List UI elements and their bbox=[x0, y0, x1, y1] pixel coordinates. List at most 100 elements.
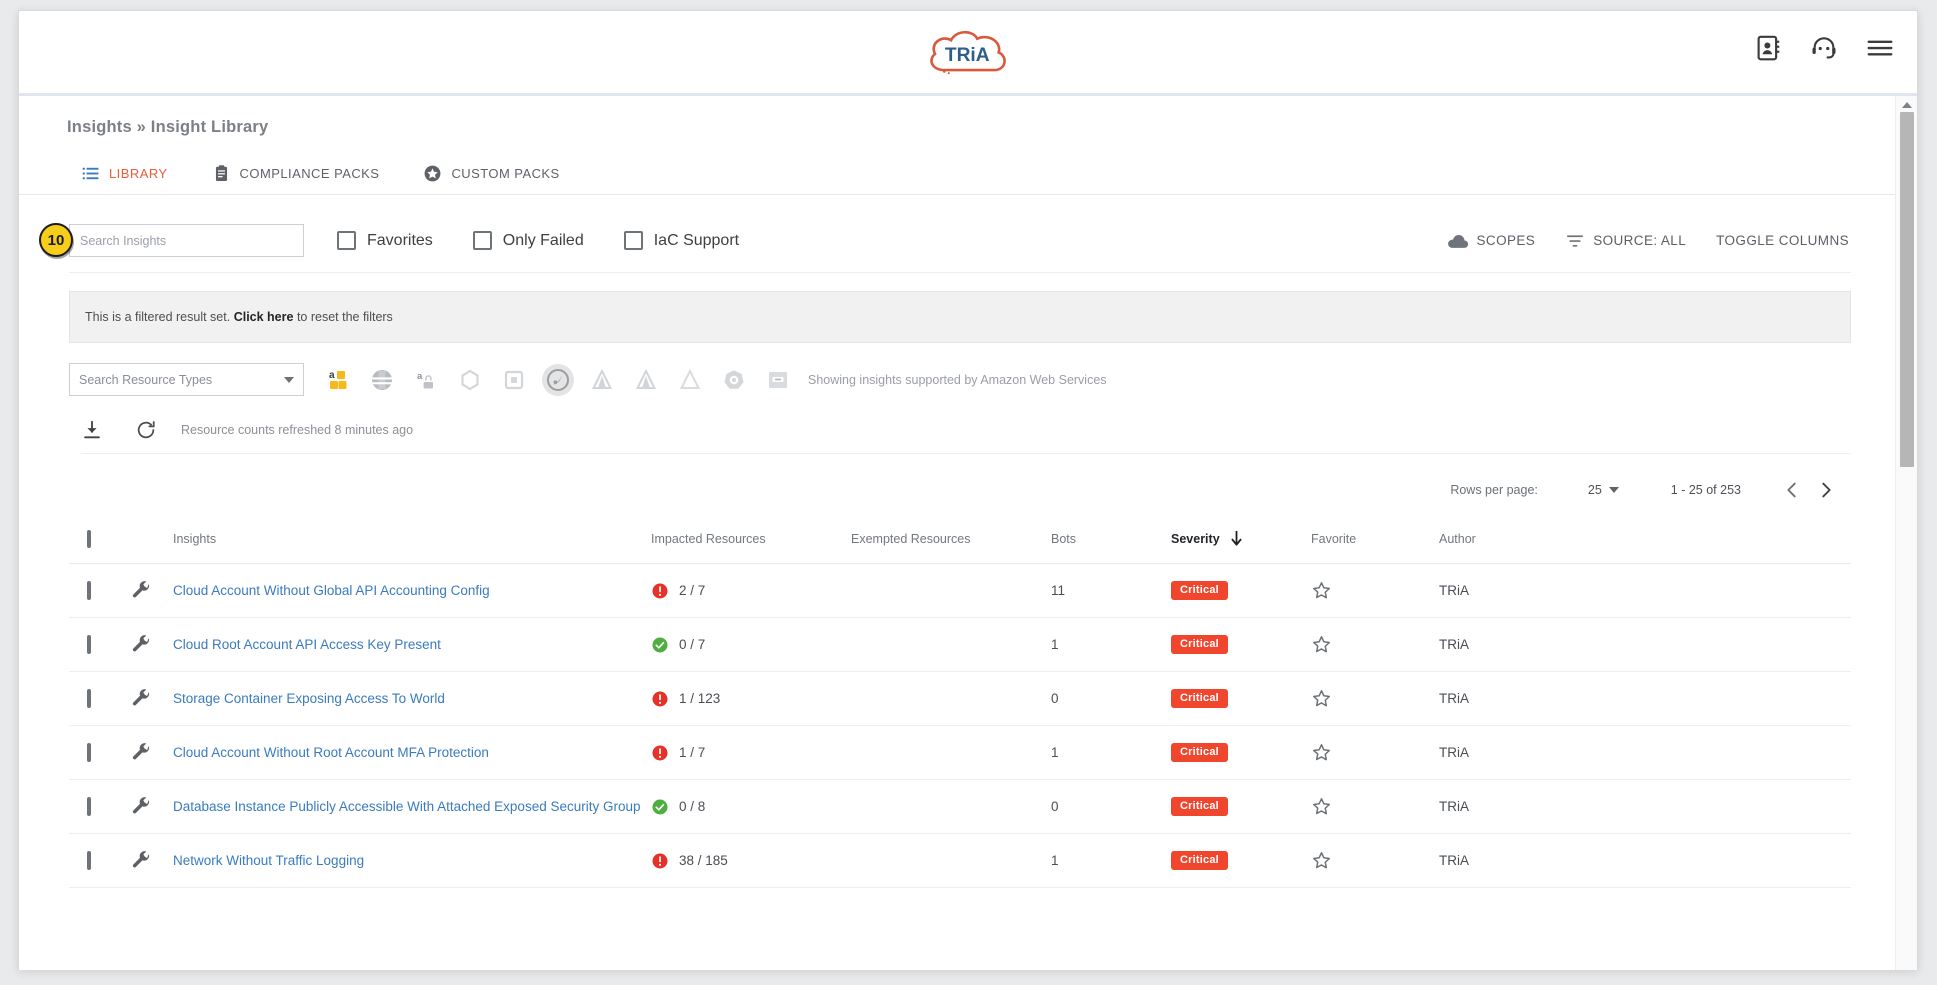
azure-icon[interactable] bbox=[586, 364, 618, 396]
col-impacted-resources[interactable]: Impacted Resources bbox=[651, 516, 851, 564]
source-filter-button[interactable]: SOURCE: ALL bbox=[1565, 233, 1686, 249]
resource-type-select[interactable]: Search Resource Types bbox=[69, 363, 304, 396]
checkbox-only-failed[interactable]: Only Failed bbox=[472, 231, 584, 250]
square-provider-icon[interactable] bbox=[498, 364, 530, 396]
aws-cubes-icon[interactable]: a bbox=[322, 364, 354, 396]
alibaba-cloud-icon[interactable]: a bbox=[410, 364, 442, 396]
insight-link[interactable]: Cloud Root Account API Access Key Presen… bbox=[173, 637, 441, 652]
row-checkbox[interactable] bbox=[87, 851, 91, 870]
app-window: TRiA Insights » Insight Library LIBRARY … bbox=[18, 10, 1918, 970]
pagination: Rows per page: 25 1 - 25 of 253 bbox=[19, 470, 1843, 510]
col-favorite[interactable]: Favorite bbox=[1311, 516, 1439, 564]
insight-link[interactable]: Database Instance Publicly Accessible Wi… bbox=[173, 799, 641, 814]
reset-filters-link[interactable]: Click here bbox=[234, 310, 294, 324]
row-bots-cell: 1 bbox=[1051, 833, 1171, 888]
scroll-up-arrow-icon[interactable] bbox=[1901, 102, 1912, 108]
col-author[interactable]: Author bbox=[1439, 516, 1851, 564]
checkbox-iac-support[interactable]: IaC Support bbox=[623, 231, 739, 250]
row-favorite-cell bbox=[1311, 617, 1439, 672]
filter-icon bbox=[1567, 234, 1584, 247]
row-favorite-cell bbox=[1311, 671, 1439, 726]
insight-link[interactable]: Cloud Account Without Root Account MFA P… bbox=[173, 745, 489, 760]
table-row[interactable]: Cloud Root Account API Access Key Presen… bbox=[69, 617, 1851, 672]
col-insights[interactable]: Insights bbox=[173, 516, 651, 564]
row-checkbox[interactable] bbox=[87, 635, 91, 654]
favorite-star-icon[interactable] bbox=[1311, 634, 1332, 655]
bots-value: 1 bbox=[1051, 853, 1059, 868]
author-value: TRiA bbox=[1439, 799, 1469, 814]
row-checkbox[interactable] bbox=[87, 743, 91, 762]
hamburger-menu-icon[interactable] bbox=[1865, 33, 1895, 63]
wrench-icon bbox=[132, 581, 150, 598]
row-impacted-cell: 2 / 7 bbox=[651, 563, 851, 618]
tria-logo[interactable]: TRiA bbox=[922, 25, 1014, 83]
row-exempted-cell bbox=[851, 725, 1051, 780]
table-row[interactable]: Cloud Account Without Root Account MFA P… bbox=[69, 725, 1851, 780]
notice-prefix: This is a filtered result set. bbox=[85, 310, 231, 324]
tab-library[interactable]: LIBRARY bbox=[81, 164, 168, 183]
select-all-checkbox[interactable] bbox=[87, 529, 91, 548]
openstack-icon[interactable] bbox=[366, 364, 398, 396]
hexagon-provider-icon[interactable] bbox=[454, 364, 486, 396]
tab-bar: LIBRARY COMPLIANCE PACKS CUSTOM PACKS bbox=[19, 153, 1895, 195]
filter-toolbar: 10 Favorites Only Failed bbox=[39, 209, 1851, 273]
row-exempted-cell bbox=[851, 833, 1051, 888]
table-row[interactable]: Database Instance Publicly Accessible Wi… bbox=[69, 779, 1851, 834]
logo-text: TRiA bbox=[945, 45, 990, 66]
favorite-star-icon[interactable] bbox=[1311, 850, 1332, 871]
fail-status-icon bbox=[652, 691, 668, 706]
checkbox-label: Only Failed bbox=[502, 231, 584, 249]
checkbox-favorites[interactable]: Favorites bbox=[337, 231, 433, 250]
prev-page-button[interactable] bbox=[1775, 473, 1809, 507]
table-row[interactable]: Network Without Traffic Logging 38 / 185… bbox=[69, 833, 1851, 888]
row-insight-cell: Cloud Account Without Global API Account… bbox=[173, 563, 651, 618]
refresh-icon[interactable] bbox=[135, 419, 157, 441]
pass-status-icon bbox=[652, 799, 668, 814]
next-page-button[interactable] bbox=[1809, 473, 1843, 507]
row-checkbox[interactable] bbox=[87, 581, 91, 600]
table-row[interactable]: Cloud Account Without Global API Account… bbox=[69, 563, 1851, 618]
col-exempted-resources[interactable]: Exempted Resources bbox=[851, 516, 1051, 564]
table-row[interactable]: Storage Container Exposing Access To Wor… bbox=[69, 671, 1851, 726]
support-headset-icon[interactable] bbox=[1809, 33, 1839, 63]
checkbox-box bbox=[337, 231, 356, 250]
favorite-star-icon[interactable] bbox=[1311, 688, 1332, 709]
pass-status-icon bbox=[652, 637, 668, 652]
favorite-star-icon[interactable] bbox=[1311, 742, 1332, 763]
row-insight-cell: Storage Container Exposing Access To Wor… bbox=[173, 671, 651, 726]
vertical-scrollbar[interactable] bbox=[1895, 96, 1917, 970]
row-type-cell bbox=[131, 563, 173, 618]
cloud-icon bbox=[1447, 234, 1468, 248]
favorite-star-icon[interactable] bbox=[1311, 580, 1332, 601]
wrench-icon bbox=[132, 797, 150, 814]
azure-gov-icon[interactable] bbox=[630, 364, 662, 396]
azure-stack-icon[interactable] bbox=[674, 364, 706, 396]
amazon-web-services-icon[interactable] bbox=[542, 363, 574, 396]
insight-link[interactable]: Storage Container Exposing Access To Wor… bbox=[173, 691, 445, 706]
rows-per-page-select[interactable]: 25 bbox=[1588, 483, 1619, 497]
scopes-button[interactable]: SCOPES bbox=[1447, 233, 1536, 249]
row-favorite-cell bbox=[1311, 779, 1439, 834]
tab-custom-packs[interactable]: CUSTOM PACKS bbox=[423, 164, 559, 183]
bots-value: 0 bbox=[1051, 799, 1059, 814]
scrollbar-thumb[interactable] bbox=[1900, 112, 1914, 467]
col-severity[interactable]: Severity bbox=[1171, 516, 1311, 564]
search-input[interactable] bbox=[69, 224, 304, 257]
provider-icon-row: a a bbox=[322, 363, 794, 396]
row-author-cell: TRiA bbox=[1439, 833, 1851, 888]
wrench-icon bbox=[132, 851, 150, 868]
download-icon[interactable] bbox=[81, 419, 103, 441]
container-icon[interactable] bbox=[762, 364, 794, 396]
col-bots[interactable]: Bots bbox=[1051, 516, 1171, 564]
row-checkbox[interactable] bbox=[87, 797, 91, 816]
tab-compliance-packs[interactable]: COMPLIANCE PACKS bbox=[212, 164, 380, 183]
favorite-star-icon[interactable] bbox=[1311, 796, 1332, 817]
checkbox-box bbox=[623, 231, 643, 250]
insight-link[interactable]: Network Without Traffic Logging bbox=[173, 853, 364, 868]
contacts-icon[interactable] bbox=[1753, 33, 1783, 63]
row-checkbox[interactable] bbox=[87, 689, 91, 708]
toggle-columns-button[interactable]: TOGGLE COLUMNS bbox=[1716, 233, 1849, 248]
row-severity-cell: Critical bbox=[1171, 779, 1311, 834]
insight-link[interactable]: Cloud Account Without Global API Account… bbox=[173, 583, 490, 598]
kubernetes-icon[interactable] bbox=[718, 364, 750, 396]
